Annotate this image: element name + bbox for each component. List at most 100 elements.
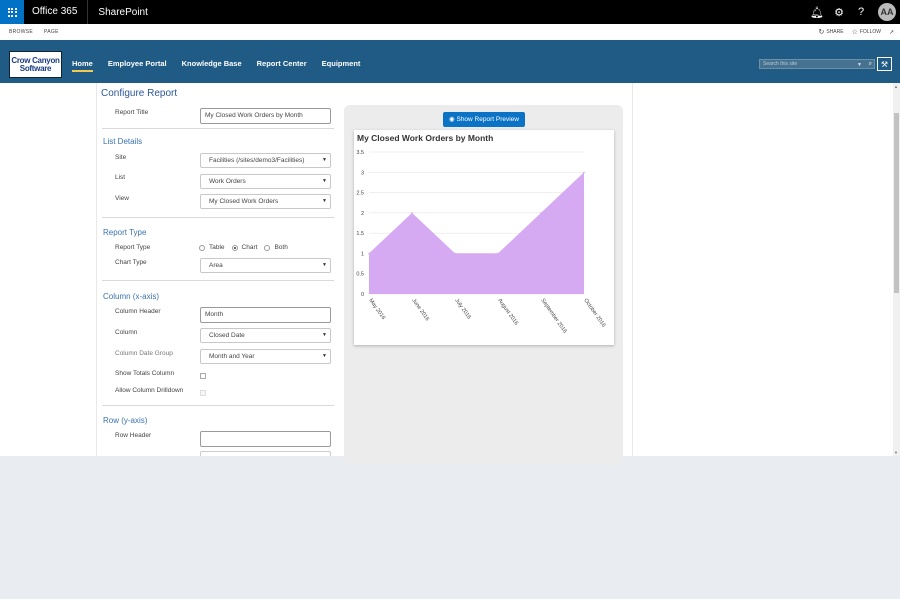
divider xyxy=(102,217,334,218)
site-label: Site xyxy=(115,154,127,161)
office365-brand[interactable]: Office 365 xyxy=(24,0,89,24)
column-date-group-label: Column Date Group xyxy=(115,350,173,357)
nav-home[interactable]: Home xyxy=(72,59,93,72)
radio-both[interactable]: Both xyxy=(264,244,288,251)
chevron-down-icon: ▼ xyxy=(322,332,327,338)
x-tick-label: May 2016 xyxy=(367,298,386,321)
list-value: Work Orders xyxy=(209,178,246,185)
radio-both-label: Both xyxy=(274,244,288,251)
area-chart: 0 0.5 1 1.5 2 2.5 3 3.5 May 2016 June 2016 July 20… xyxy=(356,150,606,334)
view-label: View xyxy=(115,195,129,202)
page-title: Configure Report xyxy=(101,88,178,99)
search-input[interactable]: Search this site ▼ ⌕ xyxy=(759,59,875,69)
chevron-down-icon: ▼ xyxy=(322,198,327,204)
row-section-title: Row (y-axis) xyxy=(103,416,148,425)
radio-table[interactable]: Table xyxy=(199,244,225,251)
list-label: List xyxy=(115,174,126,181)
chevron-down-icon: ▼ xyxy=(322,157,327,163)
data-point xyxy=(497,252,499,255)
logo-line2: Software xyxy=(19,63,52,73)
x-tick-label: June 2016 xyxy=(410,298,430,322)
radio-table-label: Table xyxy=(209,244,225,251)
page-scrollbar[interactable]: ▲ ▼ xyxy=(893,83,900,456)
follow-button[interactable]: ☆ FOLLOW xyxy=(852,28,881,36)
divider xyxy=(102,128,334,129)
chevron-down-icon: ▼ xyxy=(322,353,327,359)
x-tick-label: October 2016 xyxy=(582,298,606,329)
share-label: SHARE xyxy=(826,29,844,35)
radio-chart[interactable]: Chart xyxy=(231,244,257,251)
report-type-title: Report Type xyxy=(103,228,147,237)
radio-button-selected-icon xyxy=(231,244,238,251)
data-point xyxy=(454,252,456,255)
column-drilldown-checkbox[interactable] xyxy=(200,390,206,396)
site-logo[interactable]: Crow Canyon Software xyxy=(9,51,62,78)
gear-icon[interactable]: ⚙ xyxy=(828,0,850,24)
chart-type-label: Chart Type xyxy=(115,259,147,266)
share-button[interactable]: ↻ SHARE xyxy=(818,28,843,36)
app-launcher-icon[interactable] xyxy=(0,0,24,24)
next-field-input[interactable] xyxy=(200,451,331,456)
y-tick-label: 1 xyxy=(361,251,364,257)
column-section-title: Column (x-axis) xyxy=(103,292,160,301)
row-header-input[interactable] xyxy=(200,431,331,447)
suite-bar: Office 365 SharePoint 🔔︎ ⚙ ? AA xyxy=(0,0,900,24)
y-tick-label: 2.5 xyxy=(356,191,364,197)
show-report-preview-button[interactable]: ◉ Show Report Preview xyxy=(443,112,525,127)
avatar[interactable]: AA xyxy=(878,3,896,21)
column-header-input[interactable]: Month xyxy=(200,307,331,323)
data-point xyxy=(368,252,370,255)
site-select[interactable]: Facilities (/sites/demo3/Facilities) ▼ xyxy=(200,153,331,168)
y-tick-label: 2 xyxy=(361,211,364,217)
column-select[interactable]: Closed Date ▼ xyxy=(200,328,331,343)
y-tick-label: 0 xyxy=(361,292,364,298)
star-icon: ☆ xyxy=(851,29,858,36)
ribbon-tab-page[interactable]: PAGE xyxy=(44,29,59,35)
search-icon[interactable]: ⌕ xyxy=(869,60,872,68)
x-tick-label: July 2016 xyxy=(453,298,471,321)
focus-content-icon[interactable]: ↗ xyxy=(889,29,894,36)
help-icon[interactable]: ? xyxy=(850,0,872,24)
data-point xyxy=(583,171,585,174)
column-header-label: Column Header xyxy=(115,308,161,315)
column-label: Column xyxy=(115,329,138,336)
chart-type-select[interactable]: Area ▼ xyxy=(200,258,331,273)
divider xyxy=(102,280,334,281)
show-totals-checkbox[interactable] xyxy=(200,373,206,379)
report-title-input[interactable]: My Closed Work Orders by Month xyxy=(200,108,331,124)
top-navigation: Home Employee Portal Knowledge Base Repo… xyxy=(72,59,361,72)
ribbon-tab-browse[interactable]: BROWSE xyxy=(9,29,33,35)
column-date-group-select[interactable]: Month and Year ▼ xyxy=(200,349,331,364)
y-tick-label: 0.5 xyxy=(356,272,364,278)
edit-settings-icon[interactable]: ⚒ xyxy=(877,57,892,71)
view-select[interactable]: My Closed Work Orders ▼ xyxy=(200,194,331,209)
bell-icon[interactable]: 🔔︎ xyxy=(806,0,828,24)
nav-equipment[interactable]: Equipment xyxy=(322,59,361,68)
view-value: My Closed Work Orders xyxy=(209,198,279,205)
left-divider xyxy=(96,83,97,456)
data-point xyxy=(411,212,413,214)
nav-report-center[interactable]: Report Center xyxy=(257,59,307,68)
eye-icon: ◉ xyxy=(449,116,455,123)
site-value: Facilities (/sites/demo3/Facilities) xyxy=(209,157,305,164)
list-select[interactable]: Work Orders ▼ xyxy=(200,174,331,189)
report-title-label: Report Title xyxy=(115,109,149,116)
search-scope-dropdown-icon[interactable]: ▼ xyxy=(857,61,862,69)
radio-button-icon xyxy=(199,244,205,251)
y-tick-label: 3.5 xyxy=(356,150,364,156)
ribbon-bar: BROWSE PAGE ↻ SHARE ☆ FOLLOW ↗ xyxy=(0,24,900,40)
follow-label: FOLLOW xyxy=(859,29,881,35)
scroll-up-icon[interactable]: ▲ xyxy=(894,84,898,89)
scroll-down-icon[interactable]: ▼ xyxy=(894,450,898,455)
right-divider xyxy=(632,83,633,456)
y-tick-label: 3 xyxy=(361,170,364,176)
nav-employee-portal[interactable]: Employee Portal xyxy=(108,59,167,68)
divider xyxy=(102,405,334,406)
column-date-group-value: Month and Year xyxy=(209,353,255,360)
report-type-radio-group: Table Chart Both xyxy=(199,244,295,251)
scrollbar-thumb[interactable] xyxy=(894,113,899,293)
search-placeholder: Search this site xyxy=(763,61,798,67)
show-report-preview-label: Show Report Preview xyxy=(456,116,519,123)
sharepoint-app-title[interactable]: SharePoint xyxy=(88,7,147,18)
nav-knowledge-base[interactable]: Knowledge Base xyxy=(182,59,242,68)
